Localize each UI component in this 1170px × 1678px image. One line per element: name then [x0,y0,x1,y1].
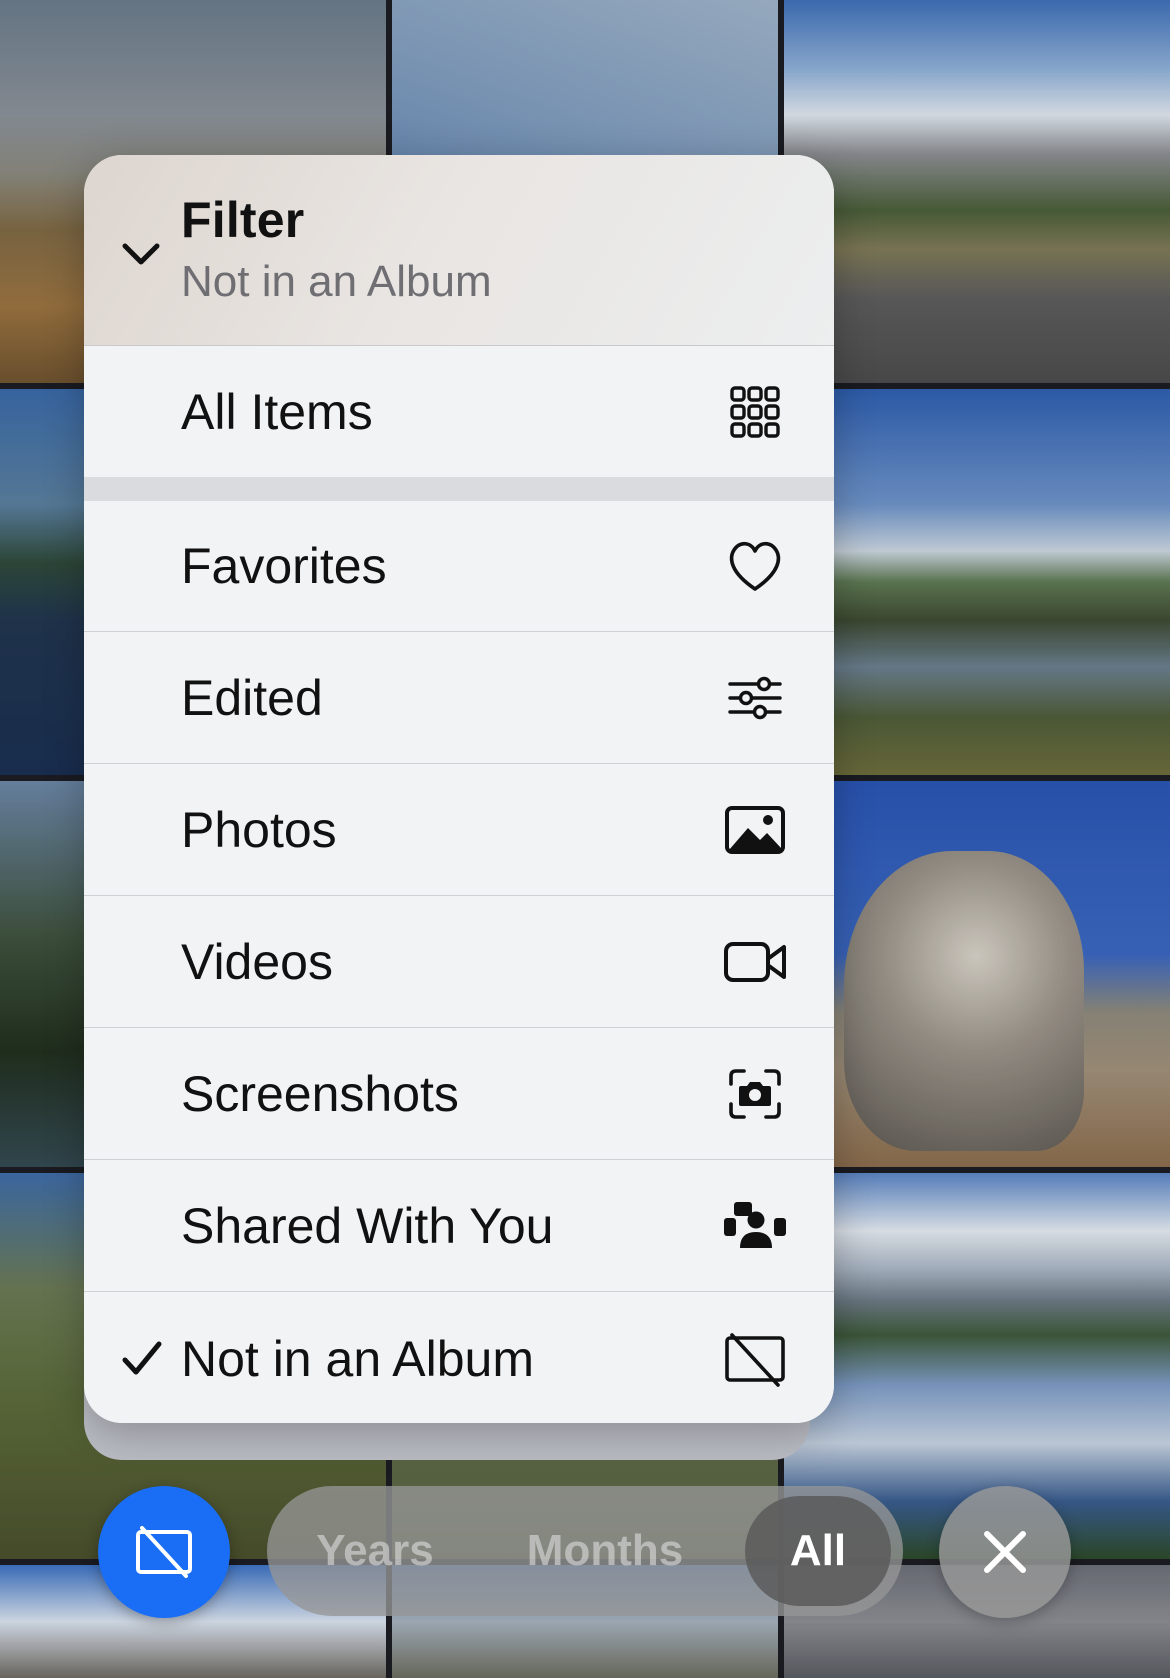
menu-item-label: Photos [181,802,337,858]
close-icon [984,1531,1026,1573]
menu-item-edited[interactable]: Edited [84,633,834,764]
view-segmented-control: Years Months All [267,1486,903,1616]
filter-menu-header[interactable]: Filter Not in an Album [84,155,834,346]
menu-item-label: Not in an Album [181,1330,534,1387]
photo-icon [725,806,785,854]
menu-item-shared-with-you[interactable]: Shared With You [84,1161,834,1292]
menu-item-label: Videos [181,934,333,990]
menu-item-label: Edited [181,670,323,726]
menu-item-label: Shared With You [181,1198,554,1254]
menu-item-favorites[interactable]: Favorites [84,501,834,632]
photo-thumbnail[interactable] [784,389,1170,775]
segment-all[interactable]: All [745,1496,891,1606]
filter-title: Filter [181,192,305,248]
menu-item-photos[interactable]: Photos [84,765,834,896]
not-in-album-icon [136,1526,192,1578]
video-camera-icon [724,942,786,982]
heart-icon [729,541,781,591]
chevron-down-icon[interactable] [120,238,162,268]
filter-subtitle: Not in an Album [181,257,492,306]
segment-months[interactable]: Months [515,1486,695,1616]
menu-item-label: All Items [181,383,373,440]
menu-item-not-in-an-album[interactable]: Not in an Album [84,1293,834,1423]
segment-years[interactable]: Years [295,1486,455,1616]
menu-item-all-items[interactable]: All Items [84,346,834,477]
close-button[interactable] [939,1486,1071,1618]
menu-item-videos[interactable]: Videos [84,897,834,1028]
filter-button[interactable] [98,1486,230,1618]
shared-people-icon [724,1202,786,1248]
filter-menu: Filter Not in an Album All Items Favorit… [84,155,834,1423]
menu-item-label: Favorites [181,538,387,594]
menu-section-separator [84,477,834,501]
menu-item-label: Screenshots [181,1066,459,1122]
checkmark-icon [122,1341,162,1374]
photo-thumbnail[interactable] [784,0,1170,383]
photo-thumbnail[interactable] [784,781,1170,1167]
not-in-album-icon [725,1332,785,1387]
grid-icon [730,385,780,438]
menu-item-screenshots[interactable]: Screenshots [84,1029,834,1160]
sliders-icon [728,676,782,720]
screenshot-camera-icon [729,1069,781,1119]
